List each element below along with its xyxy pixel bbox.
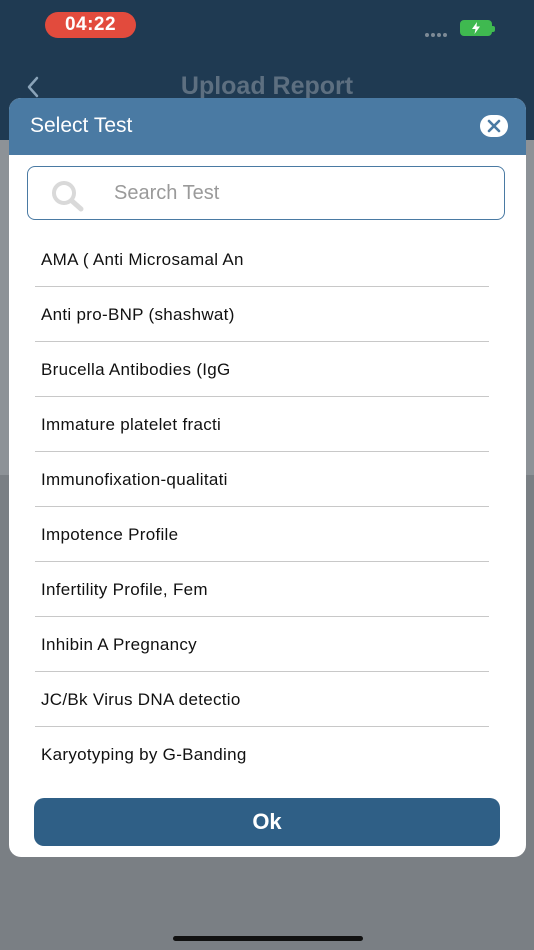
search-input[interactable]	[112, 177, 496, 209]
list-item[interactable]: Impotence Profile	[35, 507, 489, 562]
list-item[interactable]: JC/Bk Virus DNA detectio	[35, 672, 489, 727]
list-item[interactable]: Inhibin A Pregnancy	[35, 617, 489, 672]
battery-charging-icon	[460, 20, 495, 36]
list-item[interactable]: AMA ( Anti Microsamal An	[35, 232, 489, 287]
test-list: AMA ( Anti Microsamal An Anti pro-BNP (s…	[35, 232, 489, 782]
select-test-modal: Select Test AMA ( Anti Microsamal An Ant…	[9, 98, 526, 857]
list-item[interactable]: Immature platelet fracti	[35, 397, 489, 452]
close-icon	[487, 119, 501, 133]
modal-header: Select Test	[9, 98, 526, 155]
home-indicator[interactable]	[173, 936, 363, 941]
close-button[interactable]	[480, 115, 508, 137]
list-item[interactable]: Anti pro-BNP (shashwat)	[35, 287, 489, 342]
list-item[interactable]: Infertility Profile, Fem	[35, 562, 489, 617]
modal-title: Select Test	[30, 114, 133, 137]
list-item[interactable]: Brucella Antibodies (IgG	[35, 342, 489, 397]
page-title: Upload Report	[180, 72, 354, 100]
search-box[interactable]	[27, 166, 505, 220]
signal-icon	[425, 24, 451, 37]
search-icon	[52, 181, 84, 212]
status-time: 04:22	[45, 12, 136, 38]
list-item[interactable]: Immunofixation-qualitati	[35, 452, 489, 507]
list-item[interactable]: Karyotyping by G-Banding	[35, 727, 489, 782]
ok-button[interactable]: Ok	[34, 798, 500, 846]
